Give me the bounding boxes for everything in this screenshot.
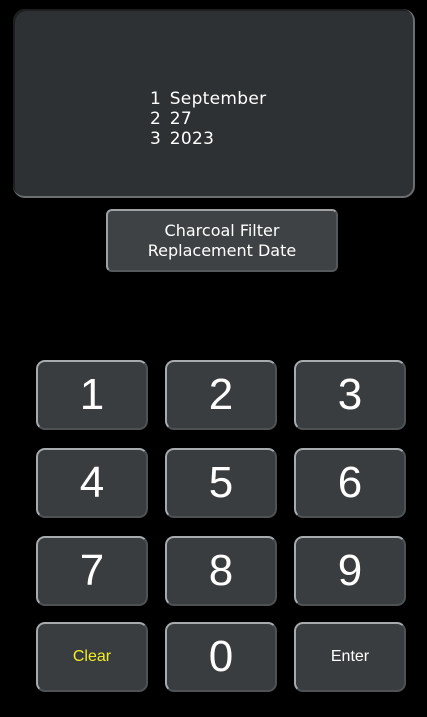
display-lines: 1 September 2 27 3 2023 [150, 89, 266, 149]
display-line-day: 2 27 [150, 109, 266, 129]
title-line-1: Charcoal Filter [164, 220, 280, 240]
line-number: 1 [150, 89, 162, 109]
display-line-year: 3 2023 [150, 129, 266, 149]
key-0-button[interactable]: 0 [165, 622, 277, 692]
numeric-keypad: 1 2 3 4 5 6 7 8 9 Clear 0 Enter [36, 360, 408, 692]
date-display-panel: 1 September 2 27 3 2023 [13, 9, 415, 198]
month-value: September [169, 89, 267, 109]
key-3-button[interactable]: 3 [294, 360, 406, 430]
day-value: 27 [169, 109, 192, 129]
key-8-button[interactable]: 8 [165, 536, 277, 606]
title-line-2: Replacement Date [147, 240, 297, 260]
display-line-month: 1 September [150, 89, 266, 109]
key-9-button[interactable]: 9 [294, 536, 406, 606]
key-6-button[interactable]: 6 [294, 448, 406, 518]
charcoal-filter-replacement-date-button[interactable]: Charcoal Filter Replacement Date [106, 209, 338, 272]
line-number: 3 [150, 129, 162, 149]
year-value: 2023 [169, 129, 215, 149]
key-7-button[interactable]: 7 [36, 536, 148, 606]
key-5-button[interactable]: 5 [165, 448, 277, 518]
clear-button[interactable]: Clear [36, 622, 148, 692]
line-number: 2 [150, 109, 162, 129]
key-4-button[interactable]: 4 [36, 448, 148, 518]
key-2-button[interactable]: 2 [165, 360, 277, 430]
key-1-button[interactable]: 1 [36, 360, 148, 430]
enter-button[interactable]: Enter [294, 622, 406, 692]
